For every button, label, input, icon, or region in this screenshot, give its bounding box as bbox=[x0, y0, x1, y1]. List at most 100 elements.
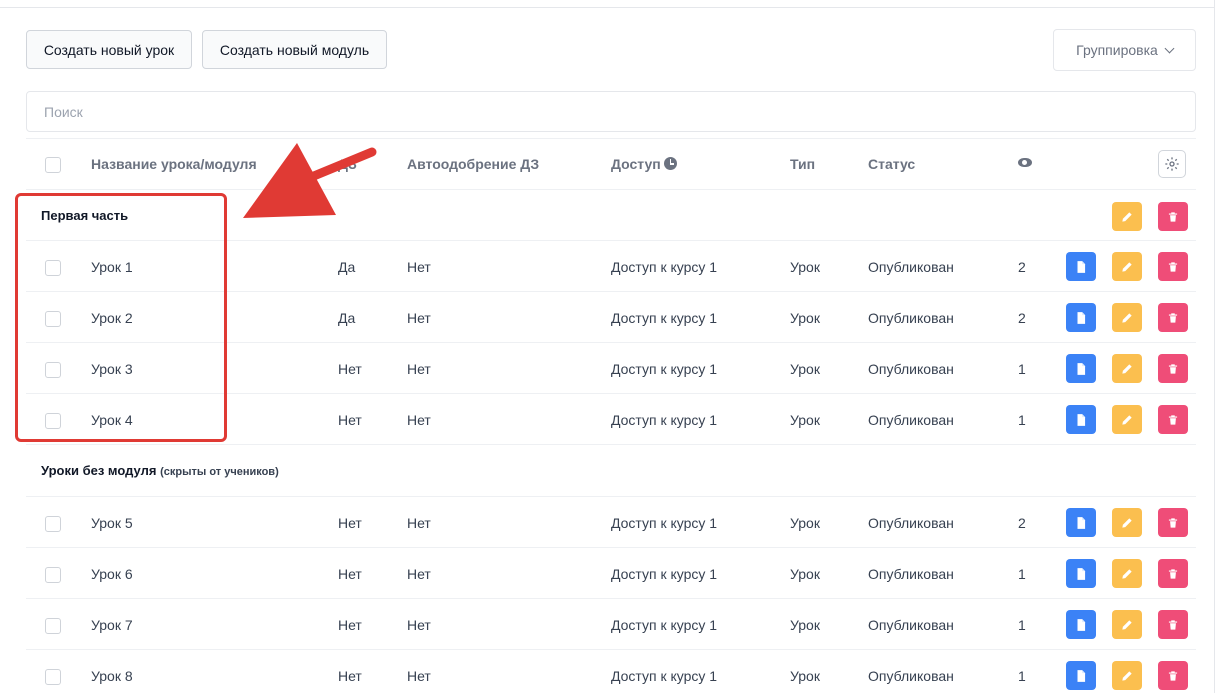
cell-auto: Нет bbox=[407, 259, 431, 275]
table-row: Урок 6 Нет Нет Доступ к курсу 1 Урок Опублико… bbox=[0, 548, 1214, 599]
cell-access: Доступ к курсу 1 bbox=[611, 259, 718, 275]
view-lesson-button[interactable] bbox=[1066, 354, 1096, 383]
delete-lesson-button[interactable] bbox=[1158, 610, 1188, 639]
column-header-auto-approve: Автоодобрение ДЗ bbox=[407, 156, 540, 172]
cell-status: Опубликован bbox=[868, 617, 954, 633]
table-row: Урок 8 Нет Нет Доступ к курсу 1 Урок Опублико… bbox=[0, 650, 1214, 693]
cell-access: Доступ к курсу 1 bbox=[611, 515, 718, 531]
edit-lesson-button[interactable] bbox=[1112, 303, 1142, 332]
row-checkbox[interactable] bbox=[45, 311, 61, 327]
cell-dz: Нет bbox=[338, 361, 362, 377]
cell-status: Опубликован bbox=[868, 361, 954, 377]
cell-status: Опубликован bbox=[868, 566, 954, 582]
lesson-name[interactable]: Урок 7 bbox=[91, 617, 133, 633]
trash-icon bbox=[1168, 211, 1178, 222]
document-icon bbox=[1077, 311, 1086, 324]
cell-access: Доступ к курсу 1 bbox=[611, 361, 718, 377]
cell-type: Урок bbox=[790, 412, 820, 428]
delete-module-button[interactable] bbox=[1158, 202, 1188, 231]
pencil-icon bbox=[1122, 363, 1132, 374]
table-row: Урок 7 Нет Нет Доступ к курсу 1 Урок Опублико… bbox=[0, 599, 1214, 650]
cell-status: Опубликован bbox=[868, 310, 954, 326]
view-lesson-button[interactable] bbox=[1066, 405, 1096, 434]
divider bbox=[26, 189, 1196, 190]
edit-lesson-button[interactable] bbox=[1112, 252, 1142, 281]
row-checkbox[interactable] bbox=[45, 362, 61, 378]
delete-lesson-button[interactable] bbox=[1158, 303, 1188, 332]
document-icon bbox=[1077, 669, 1086, 682]
edit-lesson-button[interactable] bbox=[1112, 405, 1142, 434]
row-checkbox[interactable] bbox=[45, 618, 61, 634]
divider bbox=[26, 138, 1196, 139]
delete-lesson-button[interactable] bbox=[1158, 559, 1188, 588]
edit-lesson-button[interactable] bbox=[1112, 559, 1142, 588]
create-lesson-button[interactable]: Создать новый урок bbox=[26, 30, 192, 69]
pencil-icon bbox=[1122, 261, 1132, 272]
lesson-name[interactable]: Урок 1 bbox=[91, 259, 133, 275]
view-lesson-button[interactable] bbox=[1066, 559, 1096, 588]
edit-lesson-button[interactable] bbox=[1112, 610, 1142, 639]
module-title: Первая часть bbox=[41, 208, 129, 223]
trash-icon bbox=[1168, 619, 1178, 630]
table-settings-button[interactable] bbox=[1158, 150, 1186, 178]
document-icon bbox=[1077, 567, 1086, 580]
column-header-access: Доступ bbox=[611, 156, 677, 172]
cell-views: 2 bbox=[1018, 310, 1026, 326]
table-row: Урок 3 Нет Нет Доступ к курсу 1 Урок Опублико… bbox=[0, 343, 1214, 394]
select-all-checkbox[interactable] bbox=[45, 157, 61, 173]
row-checkbox[interactable] bbox=[45, 516, 61, 532]
lesson-name[interactable]: Урок 3 bbox=[91, 361, 133, 377]
lesson-name[interactable]: Урок 4 bbox=[91, 412, 133, 428]
module-note: (скрыты от учеников) bbox=[160, 466, 279, 478]
table-row: Урок 2 Да Нет Доступ к курсу 1 Урок Опубликов… bbox=[0, 292, 1214, 343]
create-module-button[interactable]: Создать новый модуль bbox=[202, 30, 387, 69]
row-checkbox[interactable] bbox=[45, 260, 61, 276]
view-lesson-button[interactable] bbox=[1066, 303, 1096, 332]
cell-auto: Нет bbox=[407, 617, 431, 633]
view-lesson-button[interactable] bbox=[1066, 610, 1096, 639]
gear-icon bbox=[1165, 157, 1179, 171]
cell-views: 1 bbox=[1018, 412, 1026, 428]
top-border bbox=[0, 0, 1214, 8]
edit-lesson-button[interactable] bbox=[1112, 508, 1142, 537]
row-checkbox[interactable] bbox=[45, 567, 61, 583]
pencil-icon bbox=[1122, 670, 1132, 681]
grouping-dropdown[interactable]: Группировка bbox=[1053, 29, 1196, 71]
edit-module-button[interactable] bbox=[1112, 202, 1142, 231]
delete-lesson-button[interactable] bbox=[1158, 252, 1188, 281]
column-header-status: Статус bbox=[868, 156, 916, 172]
delete-lesson-button[interactable] bbox=[1158, 508, 1188, 537]
cell-auto: Нет bbox=[407, 310, 431, 326]
row-checkbox[interactable] bbox=[45, 413, 61, 429]
delete-lesson-button[interactable] bbox=[1158, 661, 1188, 690]
search-input[interactable]: Поиск bbox=[26, 91, 1196, 132]
cell-access: Доступ к курсу 1 bbox=[611, 412, 718, 428]
lesson-name[interactable]: Урок 6 bbox=[91, 566, 133, 582]
delete-lesson-button[interactable] bbox=[1158, 405, 1188, 434]
cell-views: 2 bbox=[1018, 515, 1026, 531]
lesson-name[interactable]: Урок 5 bbox=[91, 515, 133, 531]
trash-icon bbox=[1168, 517, 1178, 528]
view-lesson-button[interactable] bbox=[1066, 661, 1096, 690]
edit-lesson-button[interactable] bbox=[1112, 354, 1142, 383]
lesson-name[interactable]: Урок 8 bbox=[91, 668, 133, 684]
document-icon bbox=[1077, 618, 1086, 631]
clock-icon[interactable] bbox=[663, 157, 677, 170]
cell-type: Урок bbox=[790, 259, 820, 275]
document-icon bbox=[1077, 516, 1086, 529]
cell-dz: Нет bbox=[338, 566, 362, 582]
cell-status: Опубликован bbox=[868, 515, 954, 531]
view-lesson-button[interactable] bbox=[1066, 508, 1096, 537]
chevron-down-icon bbox=[1164, 43, 1175, 53]
cell-access: Доступ к курсу 1 bbox=[611, 668, 718, 684]
view-lesson-button[interactable] bbox=[1066, 252, 1096, 281]
document-icon bbox=[1077, 260, 1086, 273]
row-checkbox[interactable] bbox=[45, 669, 61, 685]
trash-icon bbox=[1168, 312, 1178, 323]
lesson-name[interactable]: Урок 2 bbox=[91, 310, 133, 326]
edit-lesson-button[interactable] bbox=[1112, 661, 1142, 690]
delete-lesson-button[interactable] bbox=[1158, 354, 1188, 383]
divider bbox=[26, 444, 1196, 445]
scrollbar-track bbox=[1214, 0, 1215, 693]
cell-views: 1 bbox=[1018, 566, 1026, 582]
